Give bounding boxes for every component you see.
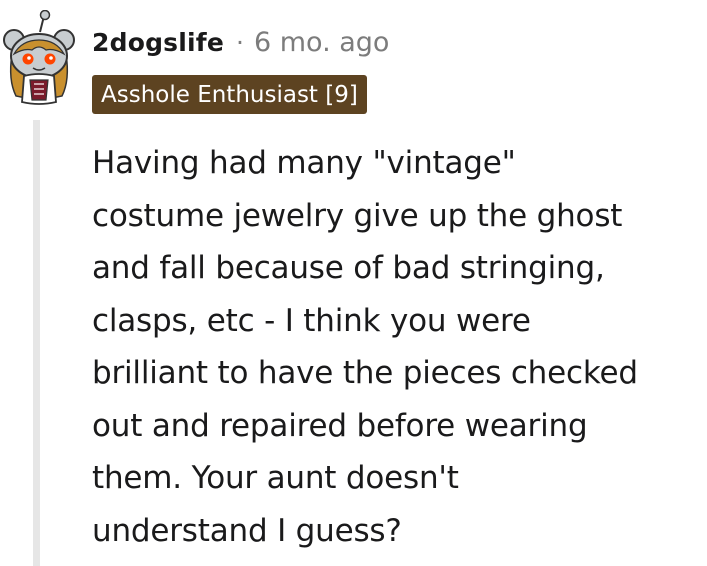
comment-body-line: costume jewelry give up the ghost — [92, 197, 623, 234]
comment-body-line: brilliant to have the pieces checked — [92, 355, 638, 391]
username-link[interactable]: 2dogslife — [92, 28, 224, 57]
user-flair: Asshole Enthusiast [9] — [92, 75, 367, 114]
comment: 2dogslife · 6 mo. ago Asshole Enthusiast… — [0, 0, 707, 566]
avatar[interactable] — [2, 9, 76, 106]
snoo-avatar-icon — [3, 9, 75, 105]
thread-line[interactable] — [33, 120, 40, 566]
comment-body-line: understand I guess? — [92, 512, 402, 549]
comment-body-line: them. Your aunt doesn't — [92, 460, 459, 496]
comment-body-line: and fall because of bad stringing, — [92, 250, 605, 286]
comment-body-line: clasps, etc - I think you were — [92, 302, 531, 339]
comment-meta: 2dogslife · 6 mo. ago — [92, 24, 389, 60]
comment-body-line: Having had many "vintage" — [92, 145, 516, 181]
comment-body-line: out and repaired before wearing — [92, 407, 588, 444]
meta-separator: · — [236, 27, 244, 57]
timestamp[interactable]: 6 mo. ago — [254, 27, 389, 58]
comment-body: Having had many "vintage" costume jewelr… — [92, 137, 692, 557]
user-flair-text: Asshole Enthusiast [9] — [101, 81, 358, 108]
